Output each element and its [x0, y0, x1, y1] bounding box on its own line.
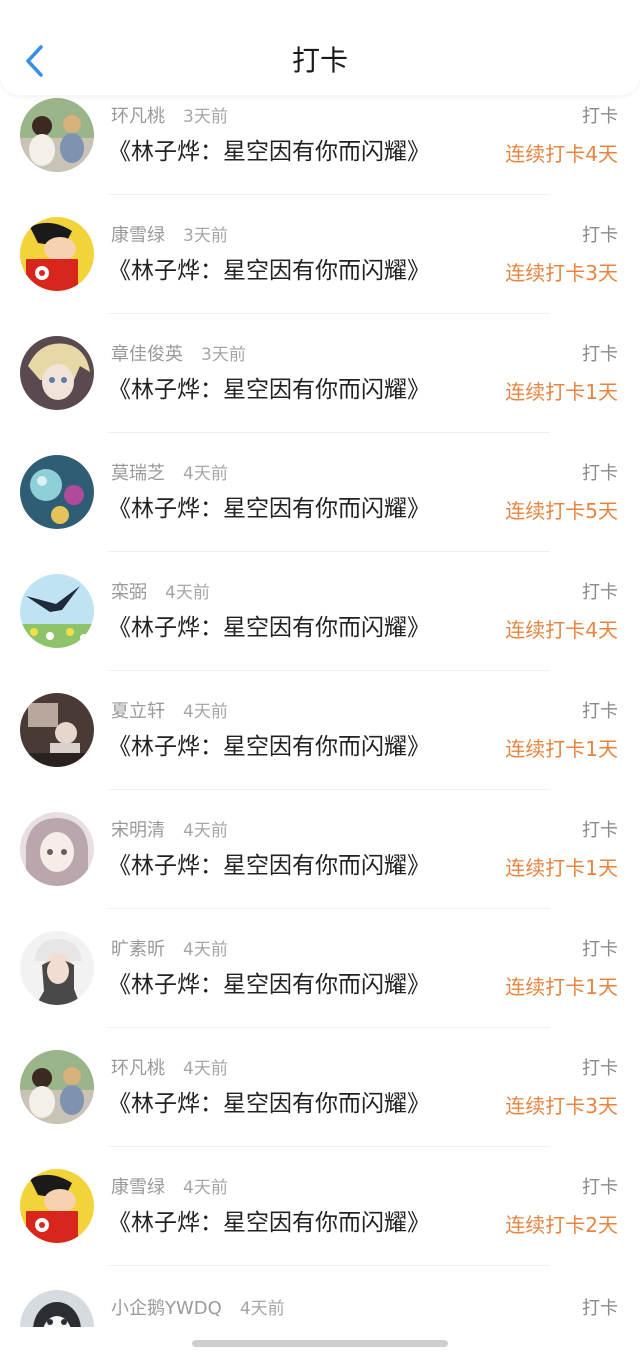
photo-avatar-icon[interactable] — [20, 693, 94, 767]
list-item[interactable]: 旷素昕 4天前 《林子烨：星空因有你而闪耀》 打卡 连续打卡1天 — [0, 911, 640, 1030]
divider — [108, 1146, 550, 1147]
checkin-label: 打卡 — [582, 701, 618, 722]
list-item[interactable]: 栾弼 4天前 《林子烨：星空因有你而闪耀》 打卡 连续打卡4天 — [0, 554, 640, 673]
post-time: 4天前 — [183, 1059, 228, 1079]
user-name: 莫瑞芝 4天前 — [111, 463, 228, 484]
checkin-label: 打卡 — [582, 344, 618, 365]
checkin-label: 打卡 — [582, 582, 618, 603]
list-item[interactable]: 夏立轩 4天前 《林子烨：星空因有你而闪耀》 打卡 连续打卡1天 — [0, 673, 640, 792]
streak-badge: 连续打卡3天 — [505, 261, 618, 285]
book-title: 《林子烨：星空因有你而闪耀》 — [108, 1091, 430, 1117]
anime-girl-avatar-icon[interactable] — [20, 812, 94, 886]
list-item[interactable]: 环凡桃 4天前 《林子烨：星空因有你而闪耀》 打卡 连续打卡3天 — [0, 1030, 640, 1149]
streak-badge: 连续打卡5天 — [505, 499, 618, 523]
post-time: 4天前 — [183, 821, 228, 841]
divider — [108, 908, 550, 909]
checkin-page: 环凡桃 3天前 《林子烨：星空因有你而闪耀》 打卡 连续打卡4天 康雪绿 3天前 《… — [0, 0, 640, 1360]
user-name: 栾弼 4天前 — [111, 582, 210, 603]
user-name: 环凡桃 3天前 — [111, 106, 228, 127]
list-item[interactable]: 章佳俊英 3天前 《林子烨：星空因有你而闪耀》 打卡 连续打卡1天 — [0, 316, 640, 435]
book-title: 《林子烨：星空因有你而闪耀》 — [108, 734, 430, 760]
book-title: 《林子烨：星空因有你而闪耀》 — [108, 972, 430, 998]
post-time: 4天前 — [183, 940, 228, 960]
checkin-label: 打卡 — [582, 463, 618, 484]
list-item[interactable]: 环凡桃 3天前 《林子烨：星空因有你而闪耀》 打卡 连续打卡4天 — [0, 78, 640, 197]
streak-badge: 连续打卡2天 — [505, 1213, 618, 1237]
post-time: 4天前 — [239, 1299, 285, 1319]
divider — [108, 551, 550, 552]
user-name: 环凡桃 4天前 — [111, 1058, 228, 1079]
user-name: 康雪绿 4天前 — [111, 1177, 228, 1198]
anime-avatar-icon[interactable] — [20, 336, 94, 410]
checkin-label: 打卡 — [582, 820, 618, 841]
book-title: 《林子烨：星空因有你而闪耀》 — [108, 139, 430, 165]
book-title: 《林子烨：星空因有你而闪耀》 — [108, 258, 430, 284]
post-time: 4天前 — [183, 1178, 228, 1198]
book-title: 《林子烨：星空因有你而闪耀》 — [108, 853, 430, 879]
cartoon-avatar-icon[interactable] — [20, 1169, 94, 1243]
checkin-list[interactable]: 环凡桃 3天前 《林子烨：星空因有你而闪耀》 打卡 连续打卡4天 康雪绿 3天前 《… — [0, 0, 640, 1327]
list-item[interactable]: 康雪绿 3天前 《林子烨：星空因有你而闪耀》 打卡 连续打卡3天 — [0, 197, 640, 316]
post-time: 4天前 — [183, 464, 228, 484]
list-item[interactable]: 小企鹅YWDQ 4天前 打卡 — [0, 1268, 640, 1327]
streak-badge: 连续打卡4天 — [505, 618, 618, 642]
person-avatar-icon[interactable] — [20, 931, 94, 1005]
checkin-label: 打卡 — [582, 1058, 618, 1079]
book-title: 《林子烨：星空因有你而闪耀》 — [108, 615, 430, 641]
divider — [108, 670, 550, 671]
list-item[interactable]: 康雪绿 4天前 《林子烨：星空因有你而闪耀》 打卡 连续打卡2天 — [0, 1149, 640, 1268]
book-title: 《林子烨：星空因有你而闪耀》 — [108, 496, 430, 522]
post-time: 4天前 — [183, 702, 228, 722]
photo-avatar-children-icon[interactable] — [20, 98, 94, 172]
photo-avatar-children-icon[interactable] — [20, 1050, 94, 1124]
nav-bar: 打卡 — [0, 0, 640, 95]
book-title: 《林子烨：星空因有你而闪耀》 — [108, 1210, 430, 1236]
post-time: 3天前 — [183, 107, 228, 127]
divider — [108, 313, 550, 314]
divider — [108, 432, 550, 433]
cartoon-avatar-icon[interactable] — [20, 217, 94, 291]
divider — [108, 1265, 550, 1266]
list-item[interactable]: 莫瑞芝 4天前 《林子烨：星空因有你而闪耀》 打卡 连续打卡5天 — [0, 435, 640, 554]
post-time: 3天前 — [183, 226, 228, 246]
user-name: 章佳俊英 3天前 — [111, 344, 246, 365]
page-title: 打卡 — [291, 44, 348, 77]
streak-badge: 连续打卡3天 — [505, 1094, 618, 1118]
divider — [108, 194, 550, 195]
home-indicator[interactable] — [192, 1340, 448, 1347]
bird-avatar-icon[interactable] — [20, 574, 94, 648]
post-time: 3天前 — [201, 345, 246, 365]
divider — [108, 789, 550, 790]
user-name: 宋明清 4天前 — [111, 820, 228, 841]
checkin-label: 打卡 — [582, 1298, 618, 1319]
checkin-label: 打卡 — [582, 1177, 618, 1198]
user-name: 旷素昕 4天前 — [111, 939, 228, 960]
streak-badge: 连续打卡1天 — [505, 737, 618, 761]
user-name: 康雪绿 3天前 — [111, 225, 228, 246]
checkin-label: 打卡 — [582, 106, 618, 127]
streak-badge: 连续打卡4天 — [505, 142, 618, 166]
glass-ball-avatar-icon[interactable] — [20, 455, 94, 529]
streak-badge: 连续打卡1天 — [505, 380, 618, 404]
book-title: 《林子烨：星空因有你而闪耀》 — [108, 377, 430, 403]
penguin-avatar-icon[interactable] — [20, 1290, 94, 1327]
user-name: 夏立轩 4天前 — [111, 701, 228, 722]
streak-badge: 连续打卡1天 — [505, 975, 618, 999]
post-time: 4天前 — [165, 583, 210, 603]
divider — [108, 1027, 550, 1028]
streak-badge: 连续打卡1天 — [505, 856, 618, 880]
list-item[interactable]: 宋明清 4天前 《林子烨：星空因有你而闪耀》 打卡 连续打卡1天 — [0, 792, 640, 911]
user-name: 小企鹅YWDQ 4天前 — [111, 1298, 285, 1319]
checkin-label: 打卡 — [582, 939, 618, 960]
checkin-label: 打卡 — [582, 225, 618, 246]
